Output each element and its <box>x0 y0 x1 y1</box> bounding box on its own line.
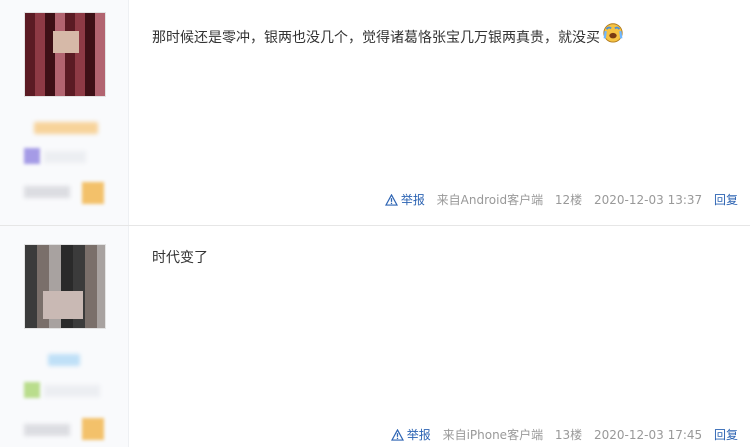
client-source: 来自Android客户端 <box>436 193 544 207</box>
author-sidebar <box>0 0 129 225</box>
warning-triangle-icon <box>390 429 404 441</box>
username-blurred[interactable] <box>34 122 98 134</box>
post-floor-13: 时代变了 举报 来自iPhone客户端 13楼 2020-12-03 17:45… <box>0 226 750 447</box>
floor-number: 13楼 <box>554 428 583 442</box>
post-thread: 那时候还是零冲，银两也没几个，觉得诸葛恪张宝几万银两真贵，就没买 举报 来自An… <box>0 0 750 447</box>
post-time: 2020-12-03 13:37 <box>594 193 703 207</box>
post-text: 时代变了 <box>152 250 208 266</box>
avatar[interactable] <box>24 12 106 97</box>
report-link[interactable]: 举报 <box>390 428 431 442</box>
author-sidebar <box>0 226 129 447</box>
report-label: 举报 <box>406 428 431 442</box>
post-content: 那时候还是零冲，银两也没几个，觉得诸葛恪张宝几万银两真贵，就没买 <box>152 23 624 49</box>
reply-button[interactable]: 回复 <box>714 428 738 442</box>
floor-number: 12楼 <box>554 193 583 207</box>
warning-triangle-icon <box>384 194 398 206</box>
client-source: 来自iPhone客户端 <box>442 428 544 442</box>
level-badge-blurred <box>24 148 40 164</box>
avatar[interactable] <box>24 244 106 329</box>
user-info-blurred <box>24 186 70 198</box>
post-time: 2020-12-03 17:45 <box>594 428 703 442</box>
level-badge-blurred <box>24 382 40 398</box>
medal-badge-blurred <box>82 182 104 204</box>
post-content: 时代变了 <box>152 247 208 269</box>
post-tail: 举报 来自Android客户端 12楼 2020-12-03 13:37 回复 <box>384 191 738 208</box>
reply-button[interactable]: 回复 <box>714 193 738 207</box>
username-blurred[interactable] <box>48 354 80 366</box>
post-tail: 举报 来自iPhone客户端 13楼 2020-12-03 17:45 回复 <box>390 426 738 443</box>
crying-face-emoji <box>603 23 623 43</box>
report-link[interactable]: 举报 <box>384 193 425 207</box>
medal-badge-blurred <box>82 418 104 440</box>
user-info-blurred <box>44 385 100 397</box>
post-floor-12: 那时候还是零冲，银两也没几个，觉得诸葛恪张宝几万银两真贵，就没买 举报 来自An… <box>0 0 750 226</box>
user-info-blurred <box>44 151 86 163</box>
user-info-blurred <box>24 424 70 436</box>
post-text: 那时候还是零冲，银两也没几个，觉得诸葛恪张宝几万银两真贵，就没买 <box>152 30 600 46</box>
report-label: 举报 <box>400 193 425 207</box>
